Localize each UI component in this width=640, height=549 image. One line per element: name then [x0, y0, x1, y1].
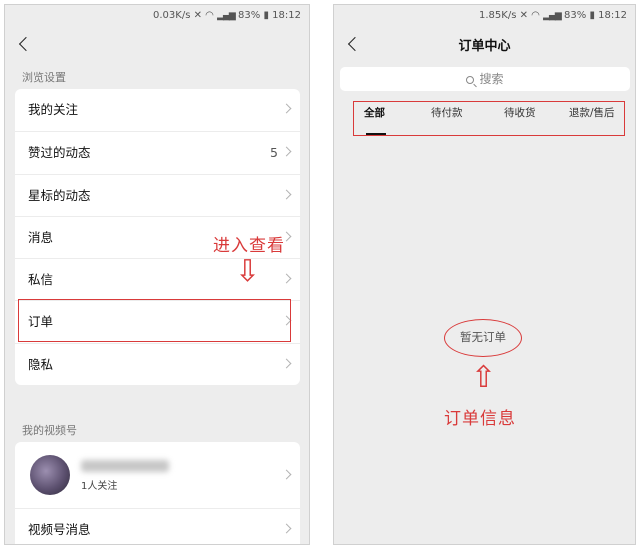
back-arrow-icon[interactable] [17, 35, 31, 55]
annotation-enter-view: 进入查看 [213, 236, 285, 256]
clock: 18:12 [598, 10, 627, 21]
annotation-tabs-box [353, 101, 625, 136]
battery-level: 83% [238, 10, 261, 21]
chevron-right-icon [281, 146, 292, 157]
liked-count: 5 [270, 145, 278, 161]
empty-state-text: 暂无订单 [460, 330, 506, 344]
signal-icon: ▂▄▆ [217, 11, 236, 21]
video-account-card: 1人关注 视频号消息 [15, 442, 300, 544]
item-label: 我的关注 [28, 102, 79, 117]
network-speed: 1.85K/s [479, 10, 517, 21]
status-bar: 0.03K/s ✕ ◠ ▂▄▆ 83% ▮ 18:12 [153, 5, 301, 27]
chevron-right-icon [281, 469, 292, 480]
chevron-right-icon [281, 103, 292, 114]
annotation-highlight-box [18, 299, 291, 342]
clock: 18:12 [272, 10, 301, 21]
wifi-icon: ◠ [531, 10, 540, 21]
avatar [30, 455, 70, 495]
page-title: 订单中心 [458, 39, 511, 54]
settings-screen: 0.03K/s ✕ ◠ ▂▄▆ 83% ▮ 18:12 浏览设置 我的关注 赞过… [4, 4, 310, 545]
chevron-right-icon [281, 358, 292, 369]
mute-icon: ✕ [193, 10, 202, 21]
chevron-right-icon [281, 189, 292, 200]
list-item-starred-moments[interactable]: 星标的动态 [15, 173, 300, 216]
search-placeholder: 搜索 [479, 72, 504, 86]
search-bar[interactable]: 搜索 [340, 67, 630, 91]
list-item-liked-moments[interactable]: 赞过的动态 5 [15, 131, 300, 173]
list-item-following[interactable]: 我的关注 [15, 89, 300, 131]
item-label: 赞过的动态 [28, 145, 91, 161]
item-label: 视频号消息 [28, 522, 91, 537]
wifi-icon: ◠ [205, 10, 214, 21]
annotation-down-arrow-icon: ⇩ [235, 254, 262, 289]
section-label-video: 我的视频号 [22, 424, 77, 437]
signal-icon: ▂▄▆ [543, 11, 562, 21]
mute-icon: ✕ [519, 10, 528, 21]
status-bar: 1.85K/s ✕ ◠ ▂▄▆ 83% ▮ 18:12 [479, 5, 627, 27]
annotation-up-arrow-icon: ⇧ [471, 360, 498, 395]
order-center-screen: 1.85K/s ✕ ◠ ▂▄▆ 83% ▮ 18:12 订单中心 搜索 全部 待… [333, 4, 636, 545]
chevron-right-icon [281, 273, 292, 284]
annotation-order-info: 订单信息 [444, 409, 516, 429]
item-label: 消息 [28, 229, 54, 245]
blurred-account-name [81, 460, 169, 472]
item-label: 星标的动态 [28, 187, 91, 203]
chevron-right-icon [281, 523, 292, 534]
section-label-browse: 浏览设置 [22, 71, 66, 84]
video-account-row[interactable]: 1人关注 [15, 442, 300, 508]
battery-level: 83% [564, 10, 587, 21]
list-item-video-messages[interactable]: 视频号消息 [15, 508, 300, 544]
battery-icon: ▮ [263, 10, 269, 21]
search-icon [466, 76, 475, 84]
item-label: 私信 [28, 272, 54, 288]
item-label: 隐私 [28, 356, 54, 372]
follower-count: 1人关注 [81, 481, 118, 492]
battery-icon: ▮ [589, 10, 595, 21]
network-speed: 0.03K/s [153, 10, 191, 21]
list-item-privacy[interactable]: 隐私 [15, 342, 300, 385]
